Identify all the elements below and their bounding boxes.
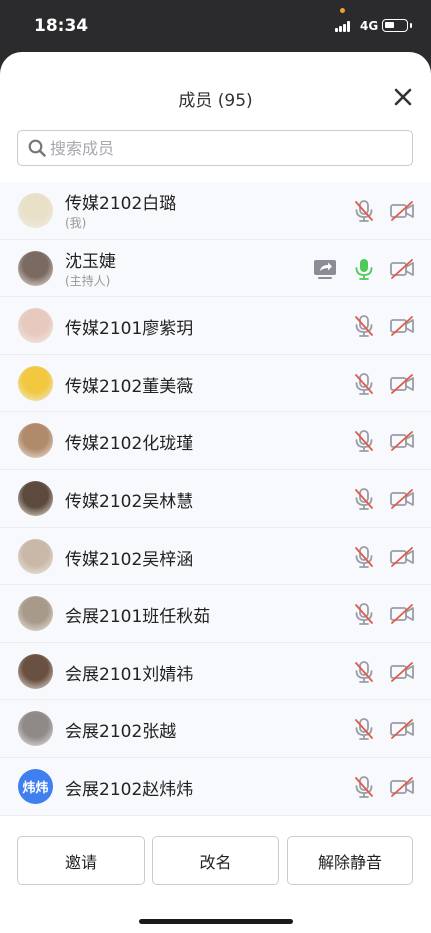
camera-off-icon[interactable]: [389, 716, 415, 742]
invite-button[interactable]: 邀请: [17, 836, 145, 885]
microphone-muted-icon[interactable]: [351, 371, 377, 397]
avatar: [18, 365, 53, 401]
microphone-muted-icon[interactable]: [351, 198, 377, 224]
member-row[interactable]: 沈玉婕 (主持人): [0, 239, 431, 298]
microphone-muted-icon[interactable]: [351, 716, 377, 742]
member-name: 传媒2102化珑瑾: [65, 434, 194, 455]
avatar: [18, 596, 53, 632]
status-time: 18:34: [34, 16, 89, 36]
member-row[interactable]: 传媒2101廖紫玥: [0, 297, 431, 355]
member-role: (我): [65, 216, 87, 230]
member-row[interactable]: 传媒2102白璐 (我): [0, 182, 431, 240]
camera-off-icon[interactable]: [389, 601, 415, 627]
member-name: 沈玉婕: [65, 251, 116, 272]
camera-off-icon[interactable]: [389, 774, 415, 800]
member-list[interactable]: 传媒2102白璐 (我) 沈玉婕 (主持人) 传媒2101廖紫玥 传媒2102董美薇 传媒2…: [0, 182, 431, 816]
member-name: 会展2102张越: [65, 722, 177, 743]
signal-icon: [335, 20, 350, 32]
unmute-all-button[interactable]: 解除静音: [287, 836, 413, 885]
microphone-muted-icon[interactable]: [351, 313, 377, 339]
camera-off-icon[interactable]: [389, 371, 415, 397]
camera-off-icon[interactable]: [389, 486, 415, 512]
camera-off-icon[interactable]: [389, 659, 415, 685]
camera-off-icon[interactable]: [389, 256, 415, 282]
member-row[interactable]: 炜炜 会展2102赵炜炜: [0, 757, 431, 816]
microphone-muted-icon[interactable]: [351, 486, 377, 512]
avatar: [18, 711, 53, 747]
member-name: 会展2102赵炜炜: [65, 779, 194, 800]
member-name: 会展2101刘婧祎: [65, 664, 194, 685]
member-row[interactable]: 传媒2102董美薇: [0, 354, 431, 413]
recording-dot-icon: [340, 8, 345, 13]
camera-off-icon[interactable]: [389, 198, 415, 224]
member-row[interactable]: 会展2101班任秋茹: [0, 585, 431, 643]
avatar: [18, 538, 53, 574]
footer-actions: 邀请 改名 解除静音: [0, 816, 431, 933]
microphone-on-icon[interactable]: [351, 256, 377, 282]
member-row[interactable]: 传媒2102吴梓涵: [0, 527, 431, 586]
avatar: [18, 193, 53, 228]
members-sheet: 成员 (95) 传媒2102白璐(我)沈玉婕(主持人)传媒2101廖紫玥传媒21…: [0, 52, 431, 933]
avatar: [18, 250, 53, 286]
camera-off-icon[interactable]: [389, 544, 415, 570]
member-name: 传媒2101廖紫玥: [65, 319, 194, 340]
member-name: 传媒2102吴梓涵: [65, 549, 194, 570]
network-type: 4G: [360, 19, 379, 33]
microphone-muted-icon[interactable]: [351, 544, 377, 570]
avatar: [18, 480, 53, 516]
microphone-muted-icon[interactable]: [351, 659, 377, 685]
avatar: [18, 653, 53, 689]
search-box[interactable]: [17, 130, 413, 166]
member-row[interactable]: 传媒2102化珑瑾: [0, 412, 431, 470]
home-indicator[interactable]: [139, 919, 293, 924]
close-icon[interactable]: [388, 82, 418, 112]
search-input[interactable]: [50, 135, 400, 161]
microphone-muted-icon[interactable]: [351, 428, 377, 454]
battery-icon: [382, 19, 412, 32]
page-title: 成员 (95): [178, 91, 253, 111]
member-role: (主持人): [65, 273, 111, 288]
avatar: [18, 308, 53, 344]
rename-button[interactable]: 改名: [152, 836, 279, 885]
member-row[interactable]: 传媒2102吴林慧: [0, 469, 431, 528]
avatar: 炜炜: [18, 768, 53, 804]
search-icon: [28, 139, 46, 157]
microphone-muted-icon[interactable]: [351, 601, 377, 627]
screen-share-icon[interactable]: [312, 256, 338, 282]
member-name: 传媒2102吴林慧: [65, 491, 194, 512]
camera-off-icon[interactable]: [389, 313, 415, 339]
member-name: 会展2101班任秋茹: [65, 607, 211, 628]
member-row[interactable]: 会展2102张越: [0, 700, 431, 758]
camera-off-icon[interactable]: [389, 428, 415, 454]
member-row[interactable]: 会展2101刘婧祎: [0, 642, 431, 701]
status-bar: 18:34 4G: [0, 0, 431, 52]
member-name: 传媒2102董美薇: [65, 376, 194, 397]
member-name: 传媒2102白璐: [65, 194, 177, 214]
avatar: [18, 423, 53, 459]
microphone-muted-icon[interactable]: [351, 774, 377, 800]
